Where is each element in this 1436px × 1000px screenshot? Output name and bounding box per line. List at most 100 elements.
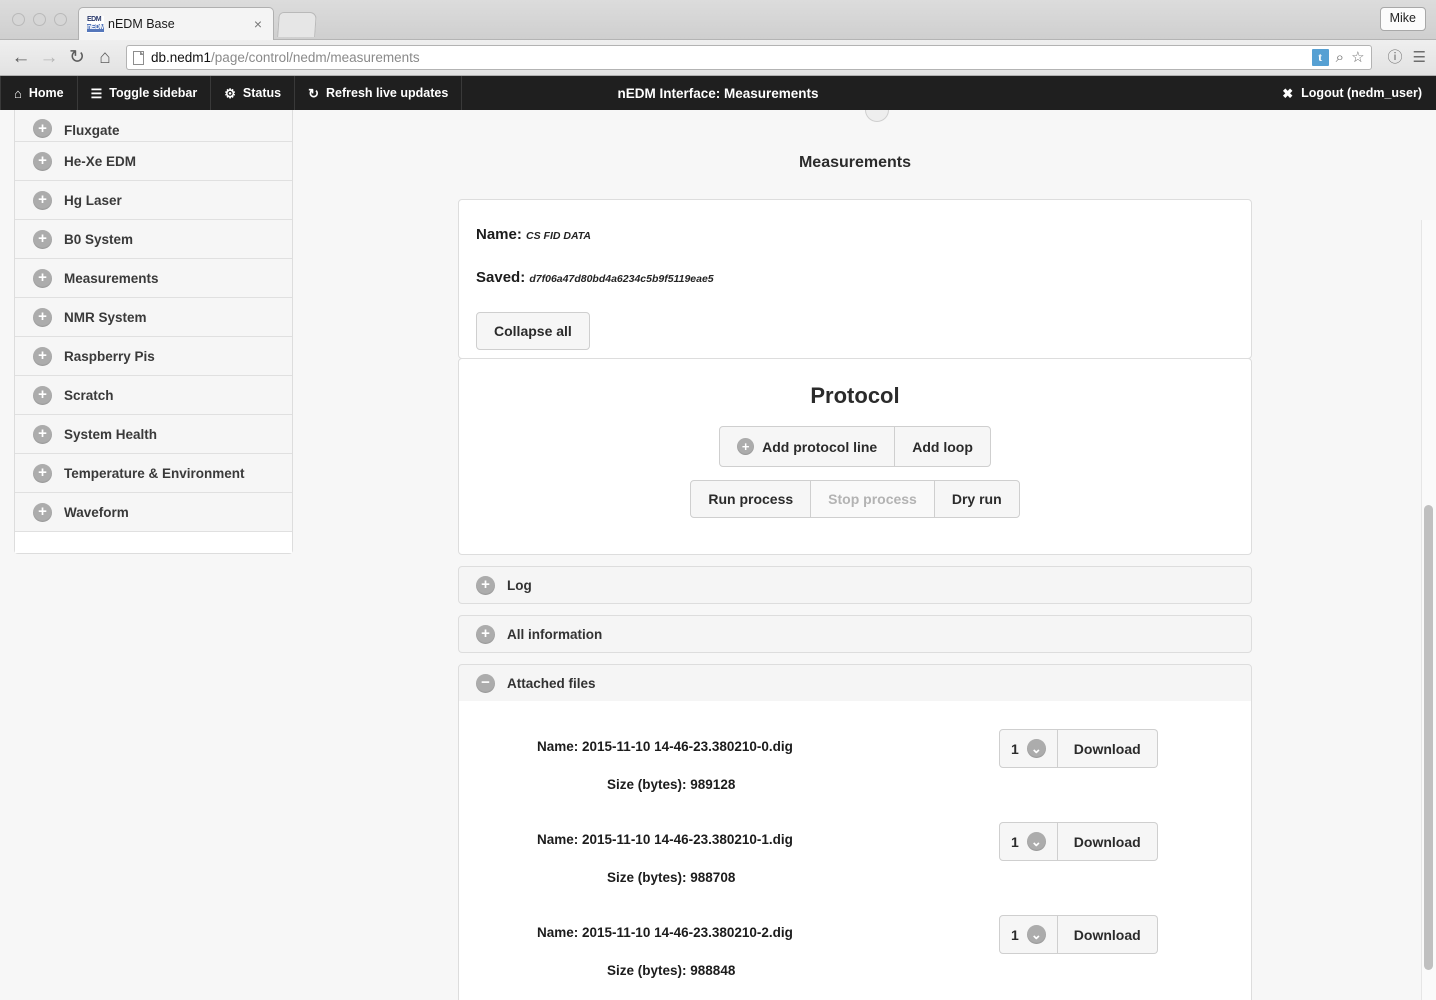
add-protocol-line-button[interactable]: + Add protocol line: [719, 426, 896, 467]
browser-tab[interactable]: EDM nEDM nEDM Base ×: [78, 7, 274, 40]
protocol-title: Protocol: [810, 383, 900, 408]
browser-tab-title: nEDM Base: [108, 17, 175, 31]
name-prefix: Name:: [537, 925, 583, 940]
navbar-item-refresh-live-updates[interactable]: ↻ Refresh live updates: [295, 76, 463, 110]
chevron-down-icon: ⌄: [1026, 739, 1046, 758]
window-close-button[interactable]: [12, 13, 25, 26]
menu-icon[interactable]: ☰: [1413, 50, 1426, 65]
page-body: + Fluxgate + He-Xe EDM + Hg Laser + B0 S…: [0, 110, 1436, 1000]
sidebar-item-label: NMR System: [64, 309, 147, 325]
back-icon[interactable]: ←: [10, 46, 32, 70]
sidebar-item-fluxgate[interactable]: + Fluxgate: [15, 110, 292, 142]
download-button[interactable]: Download: [1057, 915, 1158, 954]
search-icon[interactable]: ⌕: [1336, 50, 1344, 65]
add-loop-button[interactable]: Add loop: [894, 426, 991, 467]
name-value: 2015-11-10 14-46-23.380210-2.dig: [582, 925, 793, 940]
info-icon[interactable]: ⓘ: [1388, 50, 1403, 65]
reload-icon[interactable]: ↻: [66, 46, 88, 70]
measurement-saved-label: Saved:: [476, 269, 526, 286]
navbar-item-home[interactable]: ⌂ Home: [0, 76, 78, 110]
minus-circle-icon: −: [476, 673, 495, 693]
plus-circle-icon: +: [33, 268, 52, 288]
sidebar-item-label: Waveform: [64, 504, 129, 520]
refresh-icon: ↻: [308, 85, 319, 101]
run-process-button[interactable]: Run process: [690, 480, 812, 518]
sidebar-item-he-xe-edm[interactable]: + He-Xe EDM: [15, 142, 292, 181]
measurement-saved-value: d7f06a47d80bd4a6234c5b9f5119eae5: [529, 273, 714, 285]
new-tab-button[interactable]: [277, 12, 317, 37]
sidebar-item-b0-system[interactable]: + B0 System: [15, 220, 292, 259]
sidebar-item-measurements[interactable]: + Measurements: [15, 259, 292, 298]
sidebar-item-label: Scratch: [64, 387, 114, 403]
sidebar-item-nmr-system[interactable]: + NMR System: [15, 298, 292, 337]
quantity-value: 1: [1011, 926, 1019, 943]
window-zoom-button[interactable]: [54, 13, 67, 26]
sidebar-item-label: Measurements: [64, 270, 159, 286]
plus-circle-icon: +: [33, 190, 52, 210]
sidebar-item-raspberry-pis[interactable]: + Raspberry Pis: [15, 337, 292, 376]
logout-label: Logout (nedm_user): [1301, 86, 1422, 100]
page-scrollbar[interactable]: [1421, 220, 1436, 1000]
attached-file-row: Name: 2015-11-10 14-46-23.380210-2.dig S…: [459, 905, 1251, 998]
quantity-dropdown[interactable]: 1 ⌄: [999, 915, 1058, 954]
bookmark-star-icon[interactable]: ☆: [1351, 50, 1364, 65]
accordion-all-information[interactable]: + All information: [458, 615, 1252, 653]
plus-circle-icon: +: [737, 438, 755, 455]
size-prefix: Size (bytes):: [607, 870, 691, 885]
app-navbar: ⌂ Home ☰ Toggle sidebar ⚙ Status ↻ Refre…: [0, 76, 1436, 110]
url-host: db.nedm1: [151, 50, 212, 65]
address-bar-url: db.nedm1/page/control/nedm/measurements: [151, 50, 420, 65]
size-value: 989128: [690, 777, 736, 792]
sidebar-item-label: Fluxgate: [64, 123, 120, 138]
plus-circle-icon: +: [476, 624, 495, 644]
collapse-all-button[interactable]: Collapse all: [476, 312, 590, 350]
url-path: /page/control/nedm/measurements: [211, 50, 420, 65]
download-button[interactable]: Download: [1057, 822, 1158, 861]
measurement-name-label: Name:: [476, 226, 522, 243]
home-icon[interactable]: ⌂: [94, 46, 116, 70]
browser-toolbar: ← → ↻ ⌂ db.nedm1/page/control/nedm/measu…: [0, 40, 1436, 76]
sidebar-item-label: Temperature & Environment: [64, 465, 245, 481]
plus-circle-icon: +: [33, 463, 52, 483]
window-traffic-lights: [12, 13, 67, 26]
logout-button[interactable]: ✖ Logout (nedm_user): [1264, 76, 1436, 110]
tumblr-icon[interactable]: t: [1311, 49, 1329, 66]
plus-circle-icon: +: [476, 575, 495, 595]
attached-file-actions: 1 ⌄ Download: [999, 822, 1158, 861]
scrollbar-thumb[interactable]: [1424, 505, 1433, 970]
sidebar-item-hg-laser[interactable]: + Hg Laser: [15, 181, 292, 220]
site-favicon: EDM nEDM: [87, 15, 104, 33]
plus-circle-icon: +: [33, 119, 52, 138]
plus-circle-icon: +: [33, 307, 52, 327]
navbar-item-status[interactable]: ⚙ Status: [211, 76, 296, 110]
attached-file-size: Size (bytes): 989128: [607, 777, 735, 792]
download-button[interactable]: Download: [1057, 729, 1158, 768]
add-protocol-line-label: Add protocol line: [762, 438, 878, 455]
attached-file-row: Name: 2015-11-10 14-46-23.380210-0.dig S…: [459, 719, 1251, 812]
sidebar-item-system-health[interactable]: + System Health: [15, 415, 292, 454]
quantity-dropdown[interactable]: 1 ⌄: [999, 729, 1058, 768]
attached-file-name: Name: 2015-11-10 14-46-23.380210-0.dig: [537, 739, 793, 754]
sidebar-item-temperature-environment[interactable]: + Temperature & Environment: [15, 454, 292, 493]
navbar-item-toggle-sidebar[interactable]: ☰ Toggle sidebar: [78, 76, 212, 110]
protocol-add-button-group: + Add protocol line Add loop: [719, 426, 991, 467]
quantity-dropdown[interactable]: 1 ⌄: [999, 822, 1058, 861]
sidebar-item-label: Hg Laser: [64, 192, 122, 208]
window-minimize-button[interactable]: [33, 13, 46, 26]
accordion-log[interactable]: + Log: [458, 566, 1252, 604]
home-icon: ⌂: [14, 85, 22, 101]
chevron-down-icon: ⌄: [1026, 925, 1046, 944]
measurement-saved-row: Saved: d7f06a47d80bd4a6234c5b9f5119eae5: [476, 269, 1251, 286]
accordion-attached-files[interactable]: − Attached files: [458, 664, 1252, 702]
address-bar[interactable]: db.nedm1/page/control/nedm/measurements …: [126, 45, 1372, 70]
profile-button[interactable]: Mike: [1379, 7, 1426, 31]
content-heading: Measurements: [798, 154, 912, 171]
name-value: 2015-11-10 14-46-23.380210-1.dig: [582, 832, 793, 847]
attached-file-name: Name: 2015-11-10 14-46-23.380210-2.dig: [537, 925, 793, 940]
close-icon[interactable]: ×: [251, 17, 265, 31]
sidebar-item-waveform[interactable]: + Waveform: [15, 493, 292, 532]
forward-icon[interactable]: →: [38, 46, 60, 70]
accordion-label: All information: [507, 626, 603, 642]
sidebar-item-scratch[interactable]: + Scratch: [15, 376, 292, 415]
dry-run-button[interactable]: Dry run: [933, 480, 1020, 518]
